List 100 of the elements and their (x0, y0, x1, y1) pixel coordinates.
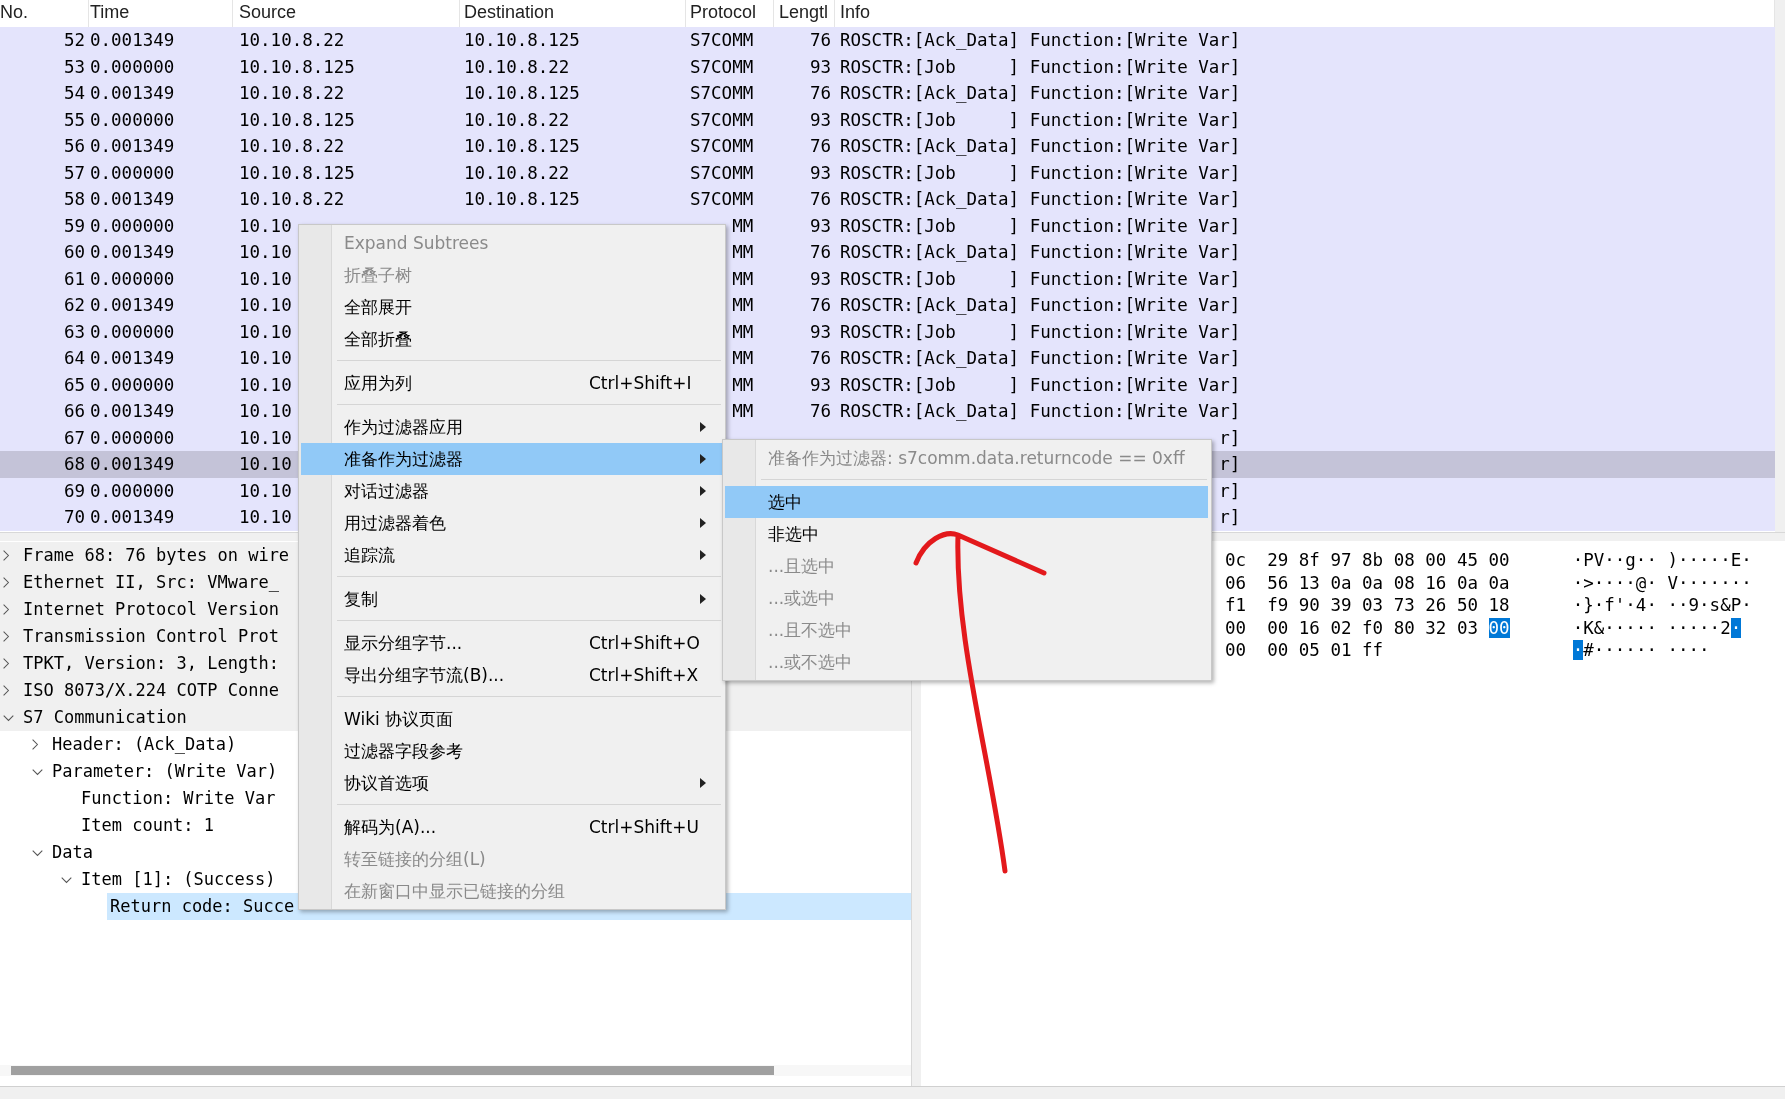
table-cell: 0.000000 (90, 162, 175, 183)
table-cell: 52 (63, 30, 85, 51)
table-cell: 10.10 (239, 427, 292, 448)
table-cell: 10.10.8.125 (464, 30, 580, 51)
table-cell: ROSCTR:[Ack_Data] Function:[Write Var] (840, 348, 1241, 369)
hex-bytes: 0c 29 8f 97 8b 08 00 45 00 (1225, 549, 1511, 572)
table-cell: 66 (63, 401, 85, 422)
shortcut-label: Ctrl+Shift+X (589, 665, 699, 685)
table-cell: 65 (63, 374, 85, 395)
shortcut-label: Ctrl+Shift+U (589, 817, 699, 837)
table-cell: S7COMM (690, 162, 754, 183)
hex-bytes: 06 56 13 0a 0a 08 16 0a 0a (1225, 571, 1511, 595)
shortcut-label: Ctrl+Shift+O (589, 633, 700, 653)
table-cell: 93 (809, 268, 831, 289)
table-cell: 76 (809, 401, 831, 422)
table-cell: 10.10.8.125 (464, 83, 580, 104)
table-cell: 60 (63, 242, 85, 263)
table-cell: 93 (809, 56, 831, 77)
table-cell: MM (732, 268, 754, 289)
table-cell: 58 (63, 189, 85, 210)
table-cell: 0.000000 (90, 321, 175, 342)
table-cell: ROSCTR:[Job ] Function:[Write Var] (840, 109, 1241, 130)
table-cell: 76 (809, 30, 831, 51)
table-cell: ROSCTR:[Job ] Function:[Write Var] (840, 215, 1241, 236)
table-cell: 0.000000 (90, 480, 175, 501)
table-cell: r] (1219, 480, 1241, 501)
table-cell: 76 (809, 189, 831, 210)
table-cell: 0.001349 (90, 348, 175, 369)
table-cell: 10.10.8.22 (464, 56, 570, 77)
table-cell: ROSCTR:[Ack_Data] Function:[Write Var] (840, 83, 1241, 104)
table-cell: ROSCTR:[Job ] Function:[Write Var] (840, 56, 1241, 77)
table-cell: MM (732, 374, 754, 395)
table-cell: 10.10.8.22 (239, 189, 345, 210)
table-cell: 0.001349 (90, 189, 175, 210)
table-cell: 10.10.8.22 (464, 162, 570, 183)
table-cell: 0.000000 (90, 427, 175, 448)
table-cell: 0.000000 (90, 374, 175, 395)
table-cell: 68 (63, 454, 85, 475)
table-cell: 67 (63, 427, 85, 448)
table-cell: 10.10.8.22 (239, 136, 345, 157)
table-cell: 53 (63, 56, 85, 77)
table-cell: 0.001349 (90, 83, 175, 104)
table-cell: r] (1219, 454, 1241, 475)
table-cell: 54 (63, 83, 85, 104)
hex-bytes: 00 00 05 01 ff (1225, 639, 1385, 662)
table-cell: ROSCTR:[Job ] Function:[Write Var] (840, 321, 1241, 342)
hex-ascii: ·}·f'·4· ··9·s&P· (1572, 594, 1752, 617)
table-cell: 59 (63, 215, 85, 236)
table-cell: 0.001349 (90, 295, 175, 316)
table-cell: 0.001349 (90, 454, 175, 475)
table-cell: 76 (809, 136, 831, 157)
table-cell: 93 (809, 374, 831, 395)
table-cell: 10.10 (239, 321, 292, 342)
table-cell: 10.10 (239, 507, 292, 528)
table-cell: ROSCTR:[Job ] Function:[Write Var] (840, 162, 1241, 183)
table-cell: 64 (63, 348, 85, 369)
table-cell: S7COMM (690, 189, 754, 210)
table-cell: 57 (63, 162, 85, 183)
table-cell: 0.000000 (90, 56, 175, 77)
hex-bytes: 00 00 16 02 f0 80 32 03 00 (1225, 616, 1511, 640)
table-cell: MM (732, 401, 754, 422)
table-cell: MM (732, 215, 754, 236)
table-cell: 62 (63, 295, 85, 316)
table-cell: 0.001349 (90, 136, 175, 157)
table-cell: S7COMM (690, 83, 754, 104)
table-cell: 0.000000 (90, 109, 175, 130)
table-cell: 70 (63, 507, 85, 528)
table-cell: MM (732, 295, 754, 316)
hex-ascii: ·>····@· V······· (1572, 571, 1752, 595)
table-cell: S7COMM (690, 109, 754, 130)
table-cell: 76 (809, 348, 831, 369)
table-cell: 10.10 (239, 295, 292, 316)
table-cell: ROSCTR:[Ack_Data] Function:[Write Var] (840, 401, 1241, 422)
table-cell: 10.10.8.125 (464, 189, 580, 210)
table-cell: 10.10.8.22 (239, 83, 345, 104)
table-cell: 10.10 (239, 215, 292, 236)
table-cell: MM (732, 321, 754, 342)
shortcut-label: Ctrl+Shift+I (589, 373, 692, 393)
table-cell: ROSCTR:[Job ] Function:[Write Var] (840, 374, 1241, 395)
table-cell: 10.10.8.125 (239, 56, 355, 77)
table-cell: 69 (63, 480, 85, 501)
table-cell: ROSCTR:[Ack_Data] Function:[Write Var] (840, 295, 1241, 316)
table-cell: 10.10.8.125 (239, 162, 355, 183)
table-cell: 0.000000 (90, 215, 175, 236)
table-cell: 10.10.8.125 (464, 136, 580, 157)
table-cell: ROSCTR:[Ack_Data] Function:[Write Var] (840, 189, 1241, 210)
table-cell: MM (732, 242, 754, 263)
table-cell: ROSCTR:[Ack_Data] Function:[Write Var] (840, 136, 1241, 157)
table-cell: 0.001349 (90, 30, 175, 51)
table-cell: 10.10 (239, 268, 292, 289)
table-cell: ROSCTR:[Job ] Function:[Write Var] (840, 268, 1241, 289)
table-cell: 10.10 (239, 348, 292, 369)
table-cell: 93 (809, 215, 831, 236)
table-cell: ROSCTR:[Ack_Data] Function:[Write Var] (840, 30, 1241, 51)
table-cell: 10.10.8.22 (464, 109, 570, 130)
hex-ascii: ·#······ ···· (1572, 639, 1710, 662)
table-cell: ROSCTR:[Ack_Data] Function:[Write Var] (840, 242, 1241, 263)
hex-bytes: f1 f9 90 39 03 73 26 50 18 (1225, 594, 1511, 617)
table-cell: 0.000000 (90, 268, 175, 289)
table-cell: 63 (63, 321, 85, 342)
